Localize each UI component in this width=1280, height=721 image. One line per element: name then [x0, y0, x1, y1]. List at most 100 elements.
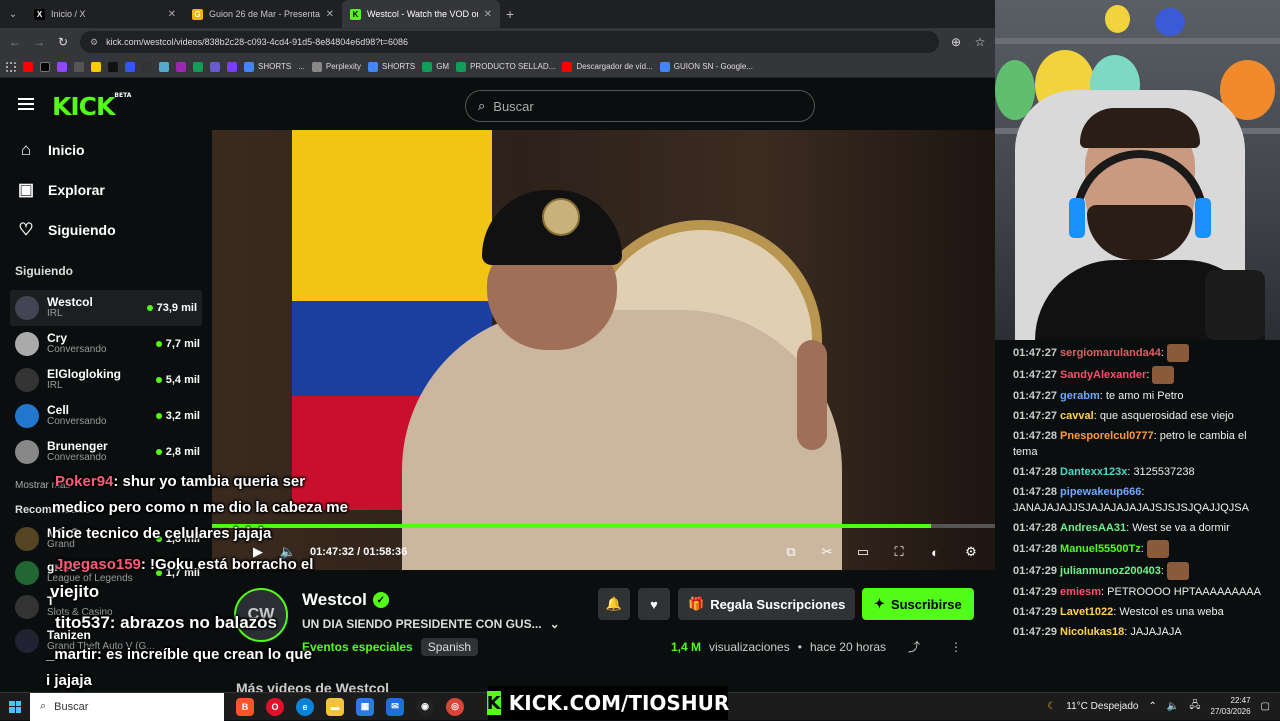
category-link[interactable]: Eventos especiales [302, 640, 413, 654]
chat-username[interactable]: AndresAA31 [1060, 522, 1126, 534]
chat-text: : [1160, 564, 1164, 577]
bookmark-gm[interactable]: GM [422, 61, 449, 72]
taskbar-search[interactable]: ⌕ Buscar [30, 692, 224, 721]
download-icon[interactable] [74, 61, 84, 72]
bookmark-guion[interactable]: GUION SN - Google... [659, 61, 753, 72]
url-input[interactable]: ⚙ kick.com/westcol/videos/838b2c28-c093-… [80, 31, 939, 53]
avatar [15, 404, 39, 428]
channel-name: Cell [47, 403, 70, 417]
chat-username[interactable]: Manuel55500Tz [1060, 543, 1141, 555]
chat-username[interactable]: emiesm [1060, 586, 1101, 598]
bookmark-folder[interactable]: ... [298, 62, 305, 71]
chat-username[interactable]: cavval [1060, 410, 1094, 422]
channel-item[interactable]: Westcol IRL 73,9 mil [10, 290, 202, 326]
fullscreen-icon[interactable]: ⛶ [891, 544, 907, 560]
bookmark-icon[interactable] [227, 61, 237, 72]
chat-username[interactable]: gerabm [1060, 390, 1100, 402]
close-icon[interactable]: ✕ [326, 9, 334, 20]
new-tab-button[interactable]: + [506, 6, 514, 22]
search-input[interactable]: ⌕ Buscar [465, 90, 815, 122]
channel-item[interactable]: Brunenger Conversando 2,8 mil [0, 434, 212, 470]
forward-icon[interactable]: → [32, 35, 46, 49]
chrome-icon[interactable]: ◎ [446, 697, 464, 716]
pip-icon[interactable]: ⧉ [783, 544, 799, 560]
chat-username[interactable]: Dantexx123x [1060, 466, 1127, 478]
bookmark-icon[interactable] [91, 61, 101, 72]
channel-name[interactable]: Westcol ✓ [302, 590, 389, 610]
nav-item-siguiendo[interactable]: ♡ Siguiendo [0, 210, 212, 250]
bookmark-producto[interactable]: PRODUCTO SELLAD... [456, 61, 555, 72]
x-logo-icon: X [34, 8, 45, 20]
channel-item[interactable]: ElGlogloking IRL 5,4 mil [0, 362, 212, 398]
progress-bar[interactable] [212, 524, 995, 528]
notification-bell-button[interactable]: 🔔 [598, 588, 630, 620]
bookmark-icon[interactable] [142, 61, 152, 72]
opera-icon[interactable]: O [266, 697, 284, 716]
zoom-icon[interactable]: ⊕ [949, 35, 963, 49]
bookmark-descargador[interactable]: Descargador de víd... [562, 61, 653, 72]
bookmark-shorts-2[interactable]: SHORTS [368, 61, 415, 72]
chat-username[interactable]: sergiomarulanda44 [1060, 347, 1161, 359]
kick-logo[interactable]: KICKBETA [52, 92, 131, 121]
tab-x[interactable]: X Inicio / X ✕ [26, 0, 184, 28]
tiktok-icon[interactable] [108, 61, 118, 72]
sheets-icon[interactable] [193, 61, 203, 72]
channel-item[interactable]: Cry Conversando 7,7 mil [0, 326, 212, 362]
obs-icon[interactable]: ◉ [416, 697, 434, 716]
bookmark-icon[interactable] [210, 61, 220, 72]
follow-button[interactable]: ♥ [638, 588, 670, 620]
bookmark-icon[interactable] [125, 61, 135, 72]
channel-name: ElGlogloking [47, 367, 121, 381]
chat-username[interactable]: Nicolukas18 [1060, 626, 1124, 638]
gift-subs-button[interactable]: 🎁 Regala Suscripciones [678, 588, 856, 620]
chat-username[interactable]: pipewakeup666 [1060, 486, 1141, 498]
brave-icon[interactable]: B [236, 697, 254, 716]
youtube-icon[interactable] [23, 61, 33, 72]
network-icon[interactable]: 🖧 [1189, 698, 1200, 715]
back-icon[interactable]: ← [8, 35, 22, 49]
weather-text[interactable]: 11°C Despejado [1066, 701, 1138, 712]
tab-westcol[interactable]: K Westcol - Watch the VOD on K ✕ [342, 0, 500, 28]
menu-icon[interactable] [18, 98, 34, 110]
notification-icon[interactable]: ▢ [1261, 701, 1270, 712]
clock[interactable]: 22:47 27/03/2026 [1211, 695, 1251, 717]
clip-icon[interactable]: ✂ [819, 544, 835, 560]
bookmark-icon[interactable] [159, 61, 169, 72]
folder-icon[interactable]: ▬ [326, 697, 344, 716]
chat-username[interactable]: Lavet1022 [1060, 606, 1113, 618]
speed-icon[interactable]: ◐ [927, 544, 943, 560]
twitch-icon[interactable] [57, 61, 67, 72]
chat-username[interactable]: Pnesporelcul0777 [1060, 430, 1154, 442]
bookmark-shorts[interactable]: SHORTS [244, 61, 291, 72]
settings-icon[interactable]: ⚙ [963, 544, 979, 560]
mail-icon[interactable]: ✉ [386, 697, 404, 716]
bookmark-icon[interactable] [176, 61, 186, 72]
close-icon[interactable]: ✕ [484, 9, 492, 20]
nav-item-explorar[interactable]: ▣ Explorar [0, 170, 212, 210]
tab-guion[interactable]: G Guion 26 de Mar - Presentacio ✕ [184, 0, 342, 28]
chat-username[interactable]: julianmunoz200403 [1060, 565, 1161, 577]
subscribe-button[interactable]: ✦ Suscribirse [862, 588, 974, 620]
close-icon[interactable]: ✕ [168, 9, 176, 20]
chevron-down-icon[interactable]: ⌄ [550, 617, 560, 631]
chat-username[interactable]: SandyAlexander [1060, 369, 1146, 381]
apps-grid-icon[interactable] [6, 61, 16, 72]
nav-item-inicio[interactable]: ⌂ Inicio [0, 130, 212, 170]
channel-item[interactable]: Cell Conversando 3,2 mil [0, 398, 212, 434]
store-icon[interactable]: ▦ [356, 697, 374, 716]
volume-icon[interactable]: 🔈 [1167, 701, 1179, 712]
streamer-hair [1080, 108, 1200, 148]
edge-icon[interactable]: e [296, 697, 314, 716]
reload-icon[interactable]: ↻ [56, 35, 70, 49]
x-icon[interactable] [40, 61, 50, 72]
language-tag[interactable]: Spanish [420, 638, 479, 656]
site-info-icon[interactable]: ⚙ [90, 37, 98, 48]
theater-icon[interactable]: ▭ [855, 544, 871, 560]
bookmark-star-icon[interactable]: ☆ [973, 35, 987, 49]
chevron-up-icon[interactable]: ⌃ [1149, 701, 1157, 712]
bookmark-perplexity[interactable]: Perplexity [311, 61, 361, 72]
more-options-icon[interactable]: ⋮ [950, 640, 962, 654]
start-button[interactable] [0, 693, 30, 721]
share-icon[interactable]: ⤴ [908, 638, 920, 655]
tab-search-button[interactable]: ⌄ [0, 0, 26, 28]
